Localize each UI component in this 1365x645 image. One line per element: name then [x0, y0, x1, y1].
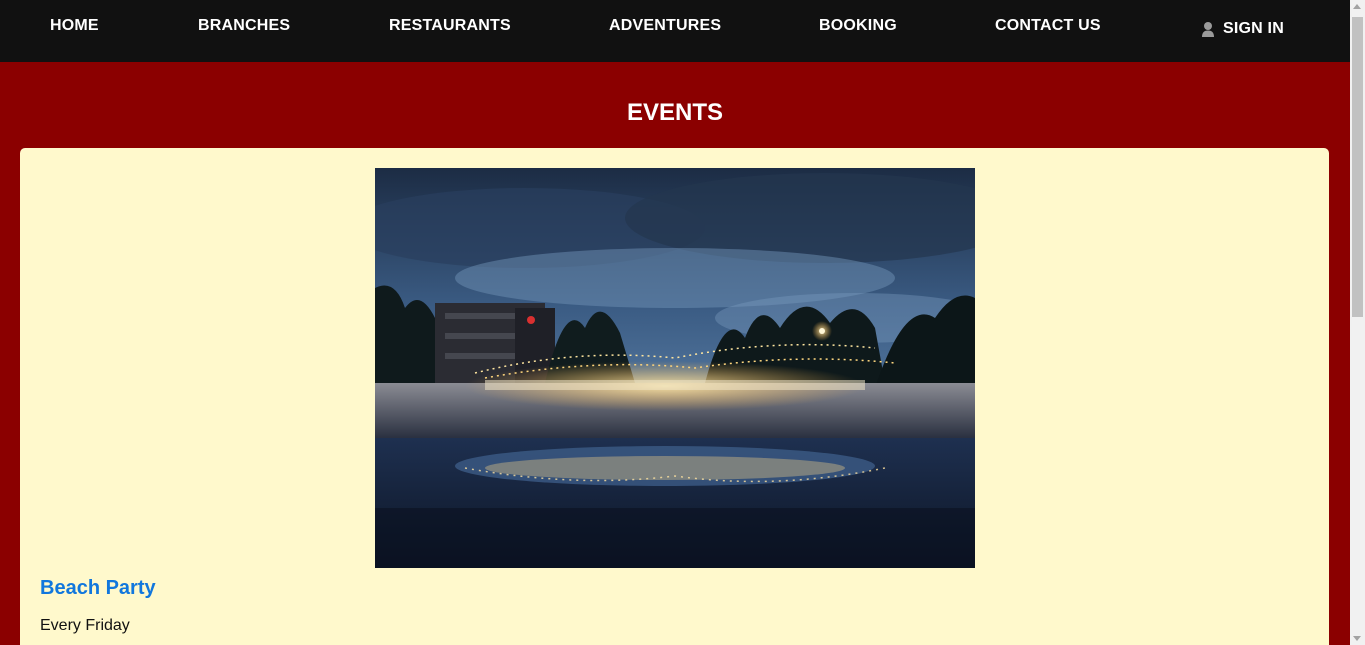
user-icon	[1201, 21, 1215, 37]
scroll-up-arrow-icon[interactable]	[1353, 4, 1361, 9]
event-image	[375, 168, 975, 568]
nav-contact-link[interactable]: CONTACT US	[995, 17, 1101, 35]
nav-branches-link[interactable]: BRANCHES	[198, 17, 290, 35]
sign-in-link[interactable]: SIGN IN	[1201, 20, 1284, 38]
nav-restaurants-link[interactable]: RESTAURANTS	[389, 17, 511, 35]
nav-booking-link[interactable]: BOOKING	[819, 17, 897, 35]
event-schedule: Every Friday	[40, 617, 130, 634]
nav-adventures-link[interactable]: ADVENTURES	[609, 17, 721, 35]
page-title: EVENTS	[626, 99, 724, 126]
sign-in-label: SIGN IN	[1223, 20, 1284, 37]
event-card: Beach Party Every Friday	[20, 148, 1329, 645]
vertical-scrollbar[interactable]	[1350, 0, 1365, 645]
scroll-down-arrow-icon[interactable]	[1353, 636, 1361, 641]
nav-home-link[interactable]: HOME	[50, 17, 99, 35]
scrollbar-thumb[interactable]	[1352, 17, 1363, 317]
top-navbar: HOME BRANCHES RESTAURANTS ADVENTURES BOO…	[0, 0, 1350, 62]
event-name[interactable]: Beach Party	[40, 577, 156, 600]
